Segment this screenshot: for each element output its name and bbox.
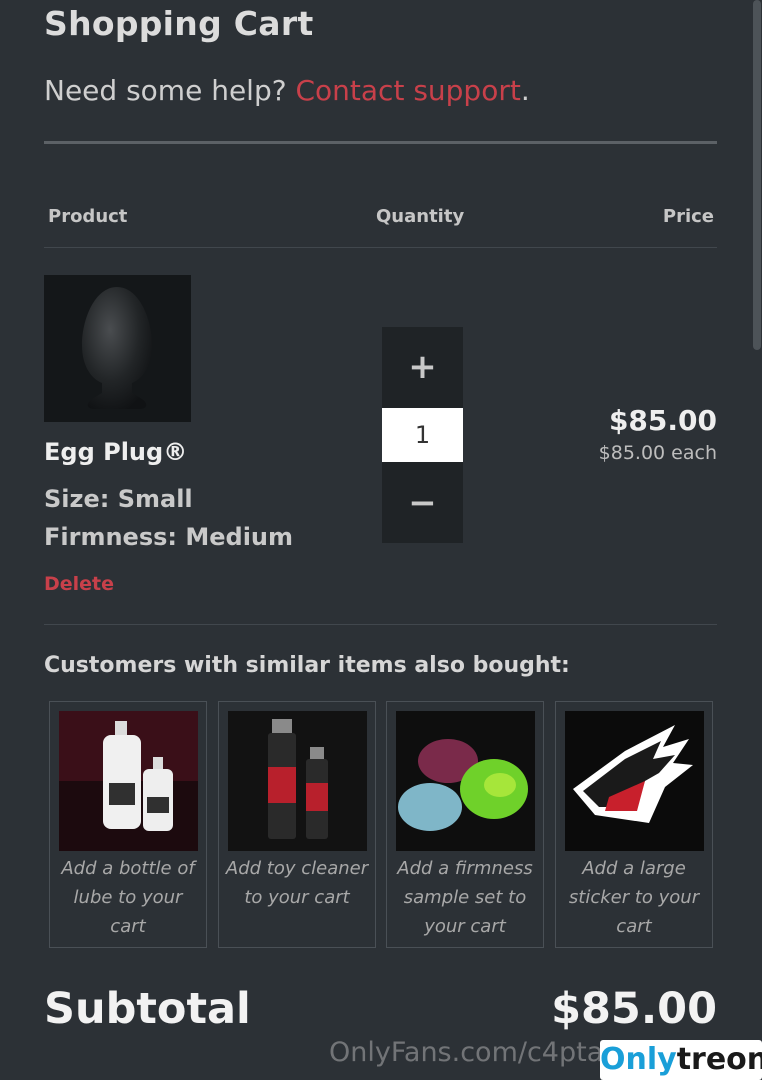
help-prefix: Need some help? <box>44 74 296 107</box>
recommendation-card-lube[interactable]: Add a bottle of lube to your cart <box>49 701 207 948</box>
toy-cleaner-image <box>228 711 367 851</box>
delete-button[interactable]: Delete <box>44 573 114 595</box>
increment-button[interactable]: + <box>382 327 463 407</box>
recommendations-heading: Customers with similar items also bought… <box>44 653 570 678</box>
contact-support-link[interactable]: Contact support <box>295 74 520 107</box>
watermark-badge: Onlytreon <box>600 1040 762 1080</box>
recommendation-text: Add a large sticker to your cart <box>568 858 700 937</box>
recommendation-text: Add toy cleaner to your cart <box>225 858 369 908</box>
lube-bottles-image <box>59 711 198 851</box>
subtotal-label: Subtotal <box>44 984 251 1034</box>
col-header-price: Price <box>662 206 714 227</box>
col-header-quantity: Quantity <box>376 206 465 227</box>
product-size: Size: Small <box>44 485 193 513</box>
page-title: Shopping Cart <box>44 4 314 43</box>
product-name[interactable]: Egg Plug® <box>44 438 187 466</box>
item-divider <box>44 624 717 625</box>
table-header-divider <box>44 247 717 248</box>
recommendation-card-cleaner[interactable]: Add toy cleaner to your cart <box>218 701 376 948</box>
recommendation-card-sticker[interactable]: Add a large sticker to your cart <box>555 701 713 948</box>
col-header-product: Product <box>48 206 128 227</box>
product-firmness: Firmness: Medium <box>44 523 294 551</box>
help-text: Need some help? Contact support. <box>44 74 530 107</box>
egg-plug-image <box>44 275 191 422</box>
quantity-input[interactable] <box>382 408 463 462</box>
recommendation-card-samples[interactable]: Add a firmness sample set to your cart <box>386 701 544 948</box>
decrement-button[interactable]: − <box>382 463 463 543</box>
header-divider <box>44 141 717 144</box>
page-scrollbar[interactable] <box>753 0 761 350</box>
help-suffix: . <box>520 74 530 107</box>
dragon-sticker-image <box>565 711 704 851</box>
watermark-text: OnlyFans.com/c4pta <box>329 1037 604 1068</box>
firmness-samples-image <box>396 711 535 851</box>
recommendation-text: Add a bottle of lube to your cart <box>61 858 195 937</box>
line-total-price: $85.00 <box>608 404 717 437</box>
badge-part-1: Only <box>600 1042 677 1077</box>
product-image[interactable] <box>44 275 191 422</box>
subtotal-value: $85.00 <box>551 984 717 1034</box>
unit-price: $85.00 each <box>598 442 717 464</box>
recommendation-text: Add a firmness sample set to your cart <box>397 858 533 937</box>
badge-part-2: treon <box>676 1042 762 1077</box>
quantity-stepper: + − <box>382 327 463 543</box>
